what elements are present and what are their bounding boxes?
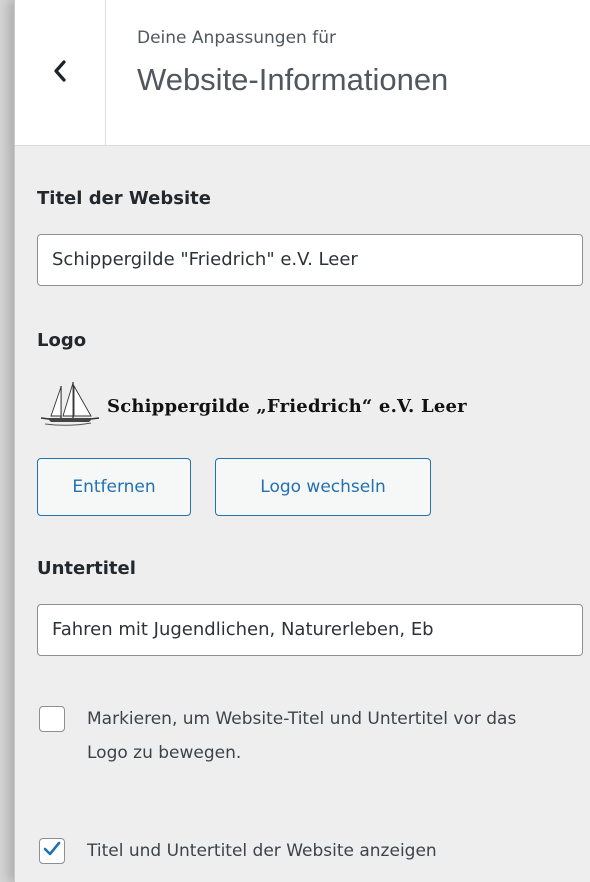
title-before-logo-label: Markieren, um Website-Titel und Untertit… [87,709,517,763]
logo-image-text: Schippergilde „Friedrich“ e.V. Leer [107,395,467,417]
sailing-ship-icon [39,378,101,434]
tagline-input[interactable]: Fahren mit Jugendlichen, Naturerleben, E… [37,604,583,656]
page-title: Website-Informationen [137,62,449,97]
header-text: Deine Anpassungen für Website-Informatio… [137,28,448,98]
change-logo-button[interactable]: Logo wechseln [215,458,431,516]
title-before-logo-option: Markieren, um Website-Titel und Untertit… [39,702,557,770]
chevron-left-icon [53,59,67,86]
display-title-option: Titel und Untertitel der Website anzeige… [39,834,557,868]
logo-label: Logo [37,330,87,351]
remove-logo-button[interactable]: Entfernen [37,458,191,516]
panel-header: Deine Anpassungen für Website-Informatio… [15,0,590,146]
display-title-label: Titel und Untertitel der Website anzeige… [87,841,437,861]
display-title-checkbox[interactable] [39,838,65,864]
back-button[interactable] [15,0,106,145]
logo-preview: Schippergilde „Friedrich“ e.V. Leer [39,378,467,434]
customizer-panel: Deine Anpassungen für Website-Informatio… [14,0,590,882]
site-title-input[interactable]: Schippergilde "Friedrich" e.V. Leer [37,234,583,286]
site-title-label: Titel der Website [37,188,211,209]
tagline-label: Untertitel [37,558,136,579]
checkmark-icon [43,841,61,861]
header-subtitle: Deine Anpassungen für [137,28,336,48]
title-before-logo-checkbox[interactable] [39,706,65,732]
